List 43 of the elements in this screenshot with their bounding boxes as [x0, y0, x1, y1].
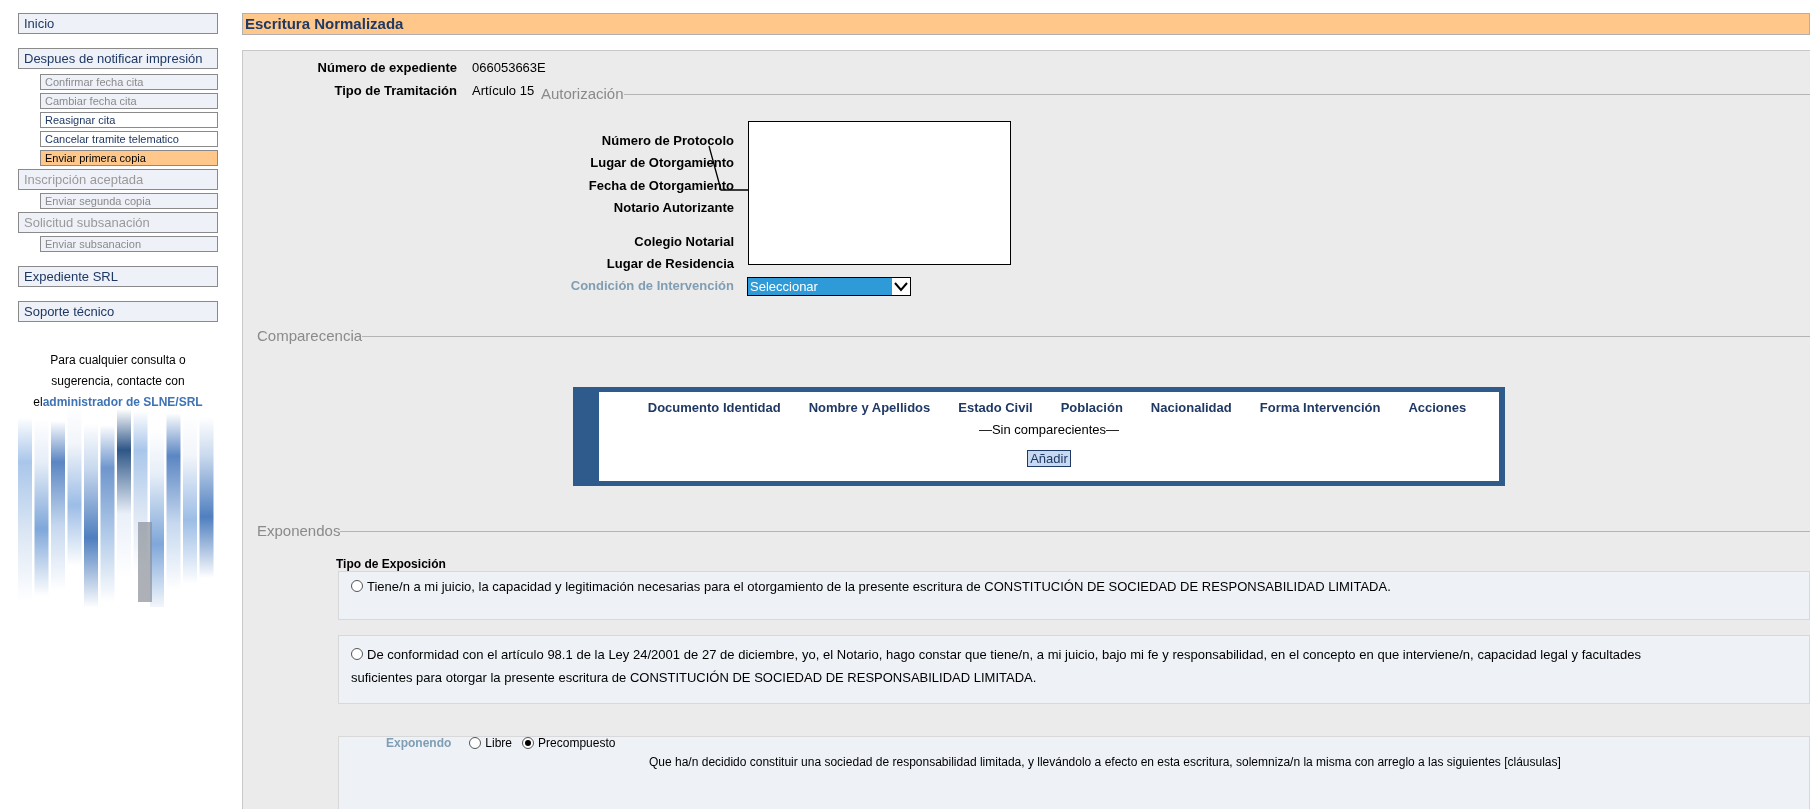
column-header: Población — [1060, 400, 1123, 416]
section-legend: Exponendos — [257, 522, 341, 540]
field-label: Tipo de Exposición — [336, 557, 446, 571]
field-label: Colegio Notarial — [633, 232, 734, 251]
field-value: Artículo 15 — [472, 83, 535, 99]
field-label: Número de expediente — [316, 60, 457, 76]
option-text: De conformidad con el artículo 98.1 de la Ley 24/2001 de 27 de diciembre, yo, el Notario, hago constar que tiene/n, a mi juicio, bajo mi fe y responsabilidad, en el concepto en que interviene/n, capacidad legal y facultades suficientes para otorgar la presente escritura de CONSTITUCIÓN DE SOCIEDAD DE RESPONSABILIDAD LIMITADA. — [351, 646, 1641, 687]
empty-message: —Sin comparecientes— — [978, 422, 1120, 438]
support-message: Para cualquier consulta o sugerencia, contacte con eladministrador de SLNE/SRL — [32, 352, 204, 411]
admin-link[interactable]: administrador de SLNE/SRL — [42, 395, 203, 409]
exponendo-text: Que ha/n decidido constituir una sociedad de responsabilidad limitada, y llevándolo a efecto en esta escritura, solemniza/n la misma con arreglo a las siguientes [cláusulas] — [649, 754, 1561, 771]
field-label: Lugar de Residencia — [605, 255, 734, 273]
radio-button[interactable] — [469, 737, 482, 749]
sidebar-section[interactable]: Expediente SRL — [18, 266, 218, 287]
radio-label: Libre — [485, 735, 513, 752]
sidebar-section[interactable]: Despues de notificar impresión — [18, 48, 218, 69]
column-header: Estado Civil — [958, 400, 1033, 416]
field-label: Tipo de Tramitación — [333, 83, 457, 99]
option-text: Tiene/n a mi juicio, la capacidad y legitimación necesarias para el otorgamiento de la presente escritura de CONSTITUCIÓN DE SOCIEDAD DE RESPONSABILIDAD LIMITADA. — [351, 575, 1641, 598]
chevron-down-icon — [894, 280, 908, 292]
field-label: Exponendo — [386, 735, 452, 752]
column-header: Nacionalidad — [1150, 400, 1232, 416]
sidebar-item[interactable]: Enviar primera copia — [40, 150, 218, 166]
page-title: Escritura Normalizada — [242, 13, 1810, 35]
sidebar-item[interactable]: Cancelar tramite telematico — [40, 131, 218, 147]
field-label: Notario Autorizante — [612, 199, 734, 217]
radio-button[interactable] — [351, 580, 363, 592]
radio-label: Precompuesto — [538, 735, 616, 752]
column-header: Acciones — [1408, 400, 1467, 416]
sidebar-section[interactable]: Soporte técnico — [18, 301, 218, 322]
sidebar-item[interactable]: Reasignar cita — [40, 112, 218, 128]
radio-button[interactable] — [522, 737, 535, 749]
section-legend: Autorización — [541, 85, 624, 103]
column-header: Forma Intervención — [1259, 400, 1381, 416]
column-header: Documento Identidad — [647, 400, 781, 416]
field-label: Condición de Intervención — [569, 277, 734, 296]
column-header: Nombre y Apellidos — [808, 400, 931, 416]
field-value: 066053663E — [472, 60, 546, 76]
radio-button[interactable] — [351, 648, 363, 660]
section-legend: Comparecencia — [257, 327, 363, 345]
sidebar-section[interactable]: Inicio — [18, 13, 218, 34]
field-label: Número de Protocolo — [600, 131, 734, 150]
add-button[interactable]: Añadir — [1027, 450, 1071, 467]
